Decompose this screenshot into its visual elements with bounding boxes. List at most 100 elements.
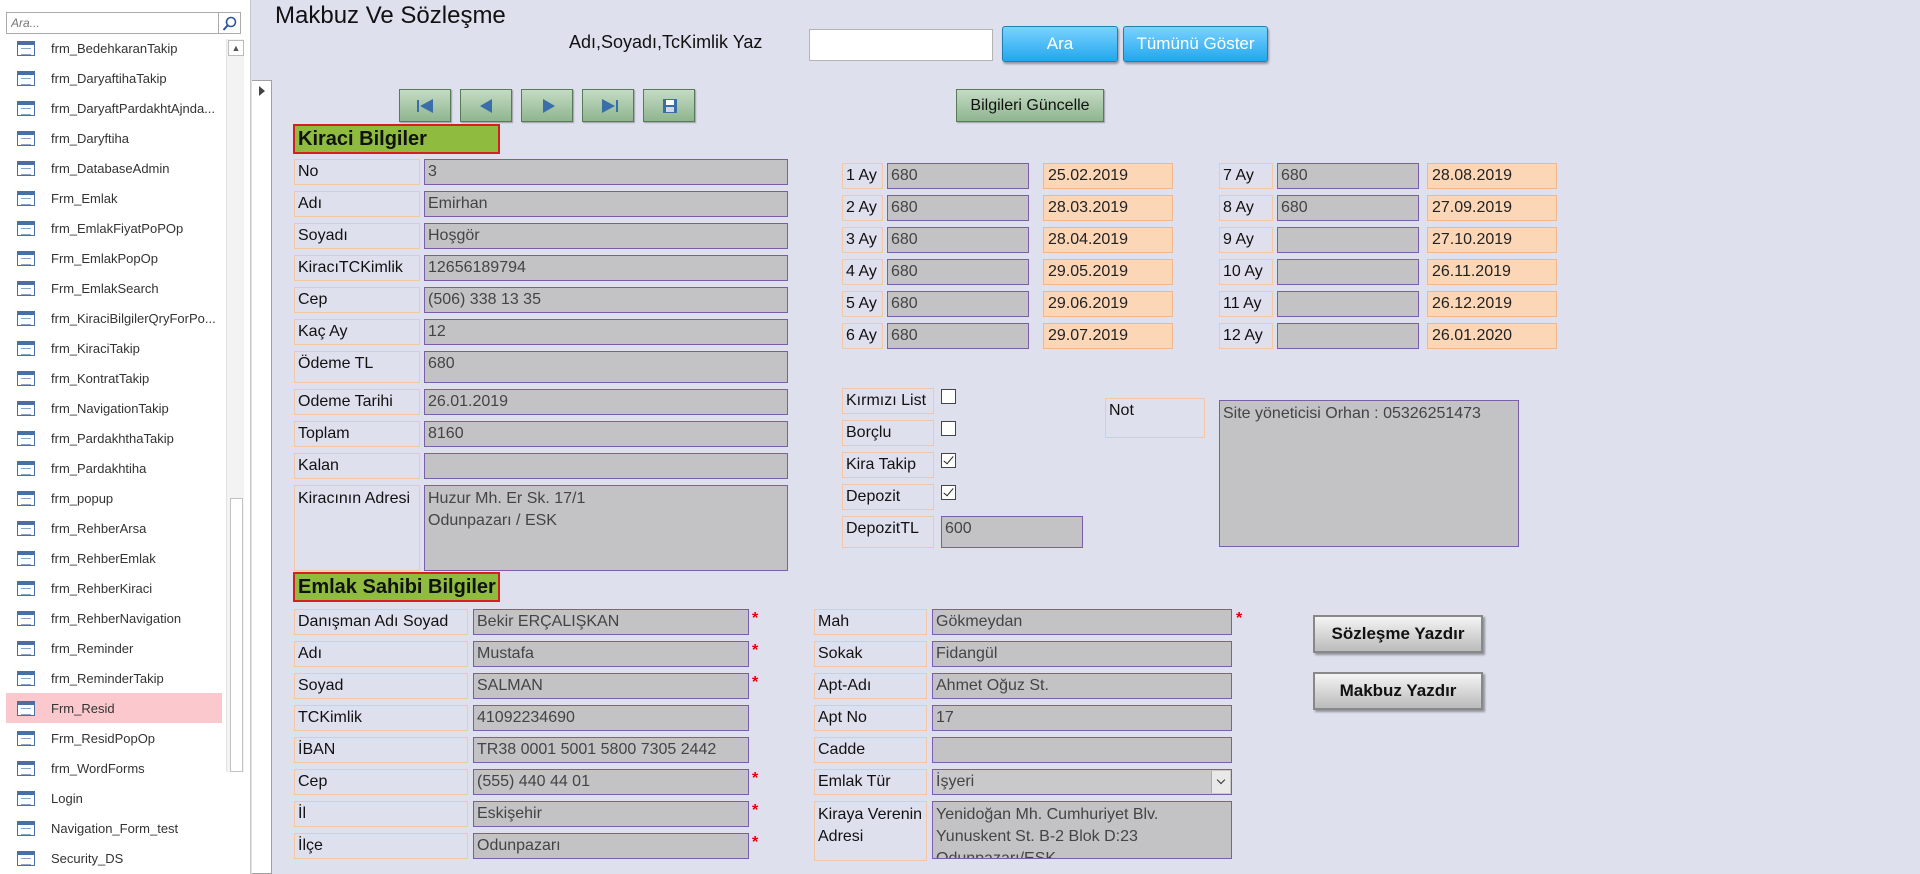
tenant-cep-field[interactable]: (506) 338 13 35 (424, 287, 788, 313)
nav-item[interactable]: frm_DatabaseAdmin (6, 153, 222, 183)
month-amount-field[interactable]: 680 (887, 227, 1029, 253)
nav-item[interactable]: frm_WordForms (6, 753, 222, 783)
tenant-tc-field[interactable]: 12656189794 (424, 255, 788, 281)
nav-item[interactable]: frm_BedehkaranTakip (6, 33, 222, 63)
property-mah-field[interactable]: Gökmeydan (932, 609, 1232, 635)
month-date-field[interactable]: 29.06.2019 (1043, 291, 1173, 317)
property-apt-adi-field[interactable]: Ahmet Oğuz St. (932, 673, 1232, 699)
nav-item[interactable]: frm_RehberNavigation (6, 603, 222, 633)
chevron-down-icon[interactable] (1211, 771, 1230, 793)
nav-item[interactable]: frm_EmlakFiyatPoPOp (6, 213, 222, 243)
nav-item[interactable]: frm_Pardakhtiha (6, 453, 222, 483)
month-date-field[interactable]: 28.08.2019 (1427, 163, 1557, 189)
month-date-field[interactable]: 29.07.2019 (1043, 323, 1173, 349)
previous-record-button[interactable] (460, 89, 512, 122)
tenant-toplam-field[interactable]: 8160 (424, 421, 788, 447)
ara-button[interactable]: Ara (1002, 26, 1118, 62)
depozit-tl-field[interactable]: 600 (941, 516, 1083, 548)
search-input[interactable] (809, 29, 993, 61)
month-amount-field[interactable]: 680 (887, 163, 1029, 189)
month-date-field[interactable]: 25.02.2019 (1043, 163, 1173, 189)
nav-item[interactable]: frm_RehberEmlak (6, 543, 222, 573)
show-all-button[interactable]: Tümünü Göster (1123, 26, 1268, 62)
owner-tc-field[interactable]: 41092234690 (473, 705, 749, 731)
nav-item[interactable]: Frm_EmlakPopOp (6, 243, 222, 273)
nav-scrollbar[interactable]: ▲ (226, 39, 244, 772)
month-date-field[interactable]: 28.03.2019 (1043, 195, 1173, 221)
owner-iban-field[interactable]: TR38 0001 5001 5800 7305 2442 (473, 737, 749, 763)
tenant-soyadi-field[interactable]: Hoşgör (424, 223, 788, 249)
owner-adi-field[interactable]: Mustafa (473, 641, 749, 667)
nav-item[interactable]: frm_KontratTakip (6, 363, 222, 393)
nav-item[interactable]: frm_Daryftiha (6, 123, 222, 153)
tenant-odeme-tarihi-field[interactable]: 26.01.2019 (424, 389, 788, 415)
kirmizi-list-checkbox[interactable] (941, 389, 956, 404)
nav-item[interactable]: Frm_EmlakSearch (6, 273, 222, 303)
tenant-odeme-tl-field[interactable]: 680 (424, 351, 788, 383)
property-sokak-field[interactable]: Fidangül (932, 641, 1232, 667)
nav-item[interactable]: frm_Reminder (6, 633, 222, 663)
save-record-button[interactable] (643, 89, 695, 122)
first-record-button[interactable] (399, 89, 451, 122)
borclu-checkbox[interactable] (941, 421, 956, 436)
nav-item[interactable]: frm_PardakhthaTakip (6, 423, 222, 453)
month-date-field[interactable]: 28.04.2019 (1043, 227, 1173, 253)
next-record-button[interactable] (521, 89, 573, 122)
tenant-kalan-field[interactable] (424, 453, 788, 479)
month-date-field[interactable]: 26.12.2019 (1427, 291, 1557, 317)
not-field[interactable]: Site yöneticisi Orhan : 05326251473 (1219, 400, 1519, 547)
last-record-button[interactable] (582, 89, 634, 122)
makbuz-print-button[interactable]: Makbuz Yazdır (1313, 672, 1483, 710)
property-adres-field[interactable]: Yenidoğan Mh. Cumhuriyet Blv. Yunuskent … (932, 801, 1232, 859)
depozit-checkbox[interactable] (941, 485, 956, 500)
tenant-adres-field[interactable]: Huzur Mh. Er Sk. 17/1 Odunpazarı / ESK (424, 485, 788, 571)
month-amount-field[interactable] (1277, 259, 1419, 285)
nav-item[interactable]: frm_RehberKiraci (6, 573, 222, 603)
nav-item[interactable]: Frm_Emlak (6, 183, 222, 213)
nav-item[interactable]: Frm_Resid (6, 693, 222, 723)
month-date-field[interactable]: 29.05.2019 (1043, 259, 1173, 285)
month-amount-field[interactable] (1277, 323, 1419, 349)
month-amount-field[interactable]: 680 (1277, 195, 1419, 221)
nav-item[interactable]: Navigation_Form_test (6, 813, 222, 843)
month-amount-field[interactable] (1277, 227, 1419, 253)
nav-item[interactable]: frm_RehberArsa (6, 513, 222, 543)
kira-takip-checkbox[interactable] (941, 453, 956, 468)
nav-item[interactable]: frm_ReminderTakip (6, 663, 222, 693)
property-cadde-field[interactable] (932, 737, 1232, 763)
month-amount-field[interactable] (1277, 291, 1419, 317)
sozlesme-print-button[interactable]: Sözleşme Yazdır (1313, 615, 1483, 653)
month-amount-field[interactable]: 680 (887, 195, 1029, 221)
month-amount-field[interactable]: 680 (887, 259, 1029, 285)
property-apt-no-field[interactable]: 17 (932, 705, 1232, 731)
scroll-thumb[interactable] (230, 498, 243, 772)
record-selector[interactable] (252, 80, 272, 874)
tenant-adi-field[interactable]: Emirhan (424, 191, 788, 217)
month-date-field[interactable]: 26.11.2019 (1427, 259, 1557, 285)
nav-item[interactable]: Login (6, 783, 222, 813)
update-info-button[interactable]: Bilgileri Güncelle (956, 89, 1104, 122)
month-amount-field[interactable]: 680 (887, 323, 1029, 349)
month-date-field[interactable]: 27.09.2019 (1427, 195, 1557, 221)
month-amount-field[interactable]: 680 (1277, 163, 1419, 189)
tenant-no-field[interactable]: 3 (424, 159, 788, 185)
tenant-kac-ay-field[interactable]: 12 (424, 319, 788, 345)
month-date-field[interactable]: 27.10.2019 (1427, 227, 1557, 253)
search-icon[interactable] (219, 12, 241, 34)
owner-ilce-field[interactable]: Odunpazarı (473, 833, 749, 859)
nav-item[interactable]: frm_DaryaftihaTakip (6, 63, 222, 93)
nav-item[interactable]: Frm_ResidPopOp (6, 723, 222, 753)
month-amount-field[interactable]: 680 (887, 291, 1029, 317)
month-date-field[interactable]: 26.01.2020 (1427, 323, 1557, 349)
nav-item[interactable]: frm_KiraciTakip (6, 333, 222, 363)
nav-search-input[interactable] (6, 12, 219, 34)
nav-item[interactable]: frm_popup (6, 483, 222, 513)
nav-item[interactable]: frm_NavigationTakip (6, 393, 222, 423)
property-emlak-tur-combo[interactable]: İşyeri (932, 769, 1232, 795)
nav-item[interactable]: frm_KiraciBilgilerQryForPo... (6, 303, 222, 333)
owner-il-field[interactable]: Eskişehir (473, 801, 749, 827)
nav-item[interactable]: frm_DaryaftPardakhtAjnda... (6, 93, 222, 123)
owner-cep-field[interactable]: (555) 440 44 01 (473, 769, 749, 795)
owner-soyad-field[interactable]: SALMAN (473, 673, 749, 699)
scroll-up-arrow-icon[interactable]: ▲ (228, 40, 244, 56)
